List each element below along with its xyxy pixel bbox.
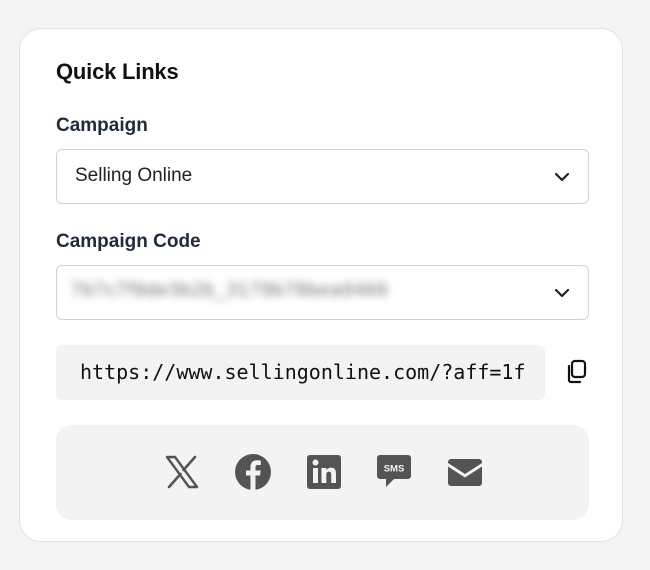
campaign-code-label: Campaign Code: [56, 231, 201, 252]
campaign-select[interactable]: Selling Online: [56, 149, 589, 204]
chevron-down-icon: [554, 286, 570, 298]
facebook-icon[interactable]: [233, 452, 273, 492]
affiliate-link-field[interactable]: https://www.sellingonline.com/?aff=1f: [56, 345, 545, 400]
campaign-select-value: Selling Online: [75, 165, 193, 186]
sms-icon-text: SMS: [384, 464, 405, 475]
share-bar: SMS: [56, 425, 589, 520]
affiliate-link-url: https://www.sellingonline.com/?aff=1f: [80, 360, 526, 384]
campaign-code-value: 7b7c7f9de3b2b_3179b78bea9466: [71, 280, 389, 301]
sms-icon[interactable]: SMS: [374, 452, 414, 492]
quick-links-card: Quick Links Campaign Selling Online Camp…: [19, 28, 623, 542]
email-icon[interactable]: [445, 452, 485, 492]
chevron-down-icon: [554, 170, 570, 182]
x-twitter-icon[interactable]: [162, 452, 202, 492]
copy-icon[interactable]: [564, 358, 592, 386]
campaign-code-select[interactable]: 7b7c7f9de3b2b_3179b78bea9466: [56, 265, 589, 320]
card-title: Quick Links: [56, 59, 179, 84]
campaign-label: Campaign: [56, 115, 148, 136]
linkedin-icon[interactable]: [304, 452, 344, 492]
